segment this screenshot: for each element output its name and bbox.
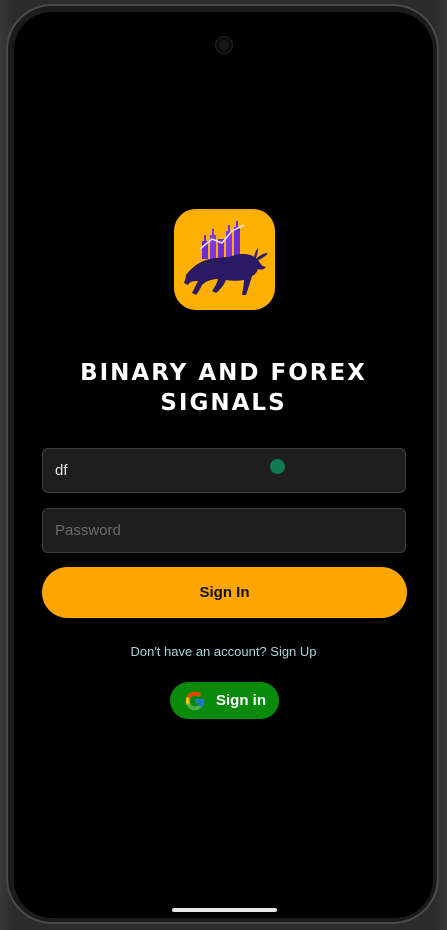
app-title: BINARY AND FOREX SIGNALS (14, 358, 433, 418)
google-sign-in-label: Sign in (216, 692, 266, 709)
google-g-icon (184, 690, 206, 712)
password-input[interactable] (42, 508, 406, 553)
camera-cutout-icon (216, 37, 232, 53)
sign-up-link[interactable]: Don't have an account? Sign Up (14, 644, 433, 659)
touch-indicator (270, 459, 285, 474)
app-screen: BINARY AND FOREX SIGNALS Sign In Don't h… (14, 12, 433, 918)
app-title-line-1: BINARY AND FOREX (80, 360, 367, 386)
phone-device: BINARY AND FOREX SIGNALS Sign In Don't h… (0, 0, 447, 930)
app-title-line-2: SIGNALS (160, 390, 287, 416)
home-indicator[interactable] (172, 908, 277, 912)
sign-in-button[interactable]: Sign In (42, 567, 407, 618)
username-input[interactable] (42, 448, 406, 493)
google-sign-in-button[interactable]: Sign in (170, 682, 279, 719)
app-logo-icon (174, 209, 275, 310)
